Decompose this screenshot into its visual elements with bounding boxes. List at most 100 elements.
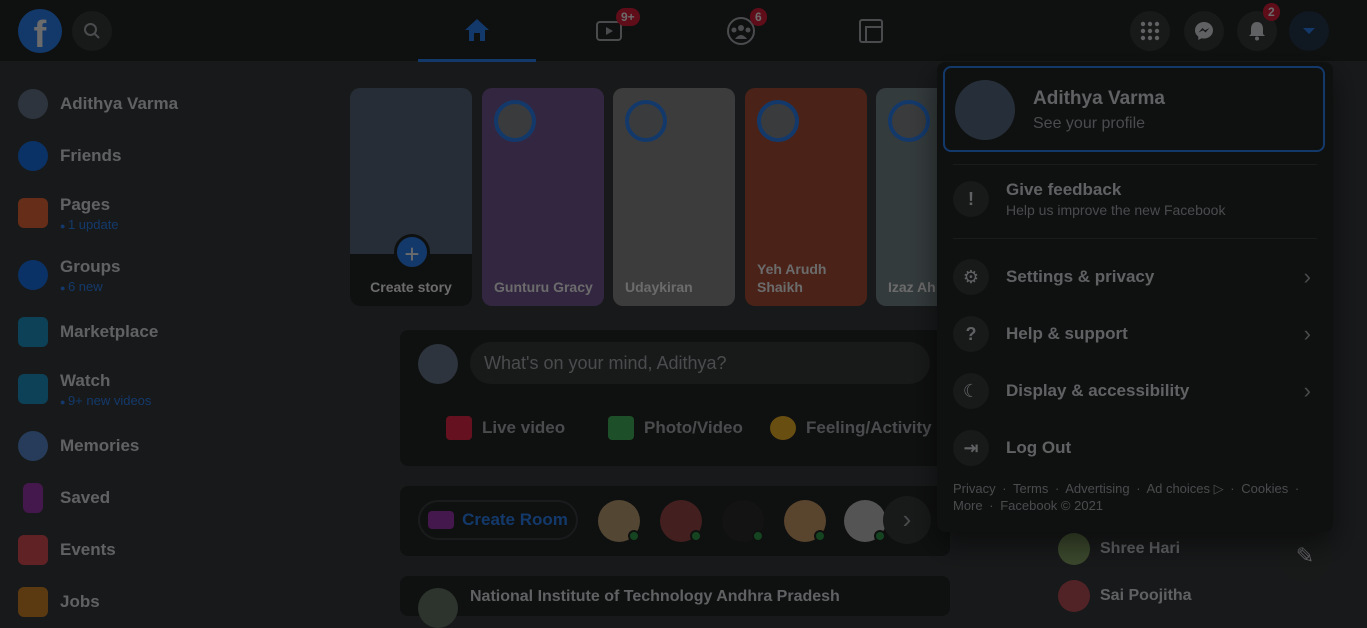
plus-icon: + [394, 234, 430, 270]
photo-video-button[interactable]: Photo/Video [608, 408, 743, 448]
chevron-right-icon: › [1304, 321, 1311, 347]
settings-privacy-item[interactable]: ⚙ Settings & privacy › [953, 252, 1317, 302]
online-indicator [874, 530, 886, 542]
contact-item[interactable]: Sai Poojitha [1058, 580, 1192, 612]
photo-video-label: Photo/Video [644, 418, 743, 438]
contact-item[interactable]: Shree Hari [1058, 533, 1180, 565]
footer-link-cookies[interactable]: Cookies [1241, 481, 1288, 496]
live-video-button[interactable]: Live video [446, 408, 565, 448]
sidebar-item-label: Groups [60, 257, 120, 277]
tab-gaming[interactable] [812, 0, 930, 62]
menu-divider [953, 238, 1317, 239]
memories-clock-icon [18, 431, 48, 461]
stories-tray: + Create story Gunturu Gracy Udaykiran Y… [350, 88, 940, 306]
story-card[interactable]: Gunturu Gracy [482, 88, 604, 306]
footer-link-more[interactable]: More [953, 498, 983, 513]
status-input[interactable]: What's on your mind, Adithya? [470, 342, 930, 384]
contact-name: Shree Hari [1100, 540, 1180, 558]
sidebar-item-label: Friends [60, 146, 121, 166]
search-icon[interactable] [72, 11, 112, 51]
footer-link-terms[interactable]: Terms [1013, 481, 1048, 496]
sidebar-item-memories[interactable]: Memories [8, 420, 338, 472]
log-out-item[interactable]: ⇥ Log Out [953, 423, 1317, 473]
tab-groups[interactable]: 6 [682, 0, 800, 62]
notifications-icon[interactable]: 2 [1237, 11, 1277, 51]
help-icon: ? [953, 316, 989, 352]
profile-subtitle: See your profile [1033, 115, 1145, 133]
feeling-activity-button[interactable]: Feeling/Activity [770, 408, 932, 448]
create-story-card[interactable]: + Create story [350, 88, 472, 306]
tab-watch[interactable]: 9+ [550, 0, 668, 62]
gear-icon: ⚙ [953, 259, 989, 295]
sidebar-item-saved[interactable]: Saved [8, 472, 338, 524]
display-accessibility-item[interactable]: ☾ Display & accessibility › [953, 366, 1317, 416]
sidebar-item-watch[interactable]: Watch 9+ new videos [8, 358, 338, 420]
events-calendar-icon [18, 535, 48, 565]
online-indicator [752, 530, 764, 542]
saved-bookmark-icon [23, 483, 43, 513]
watch-badge: 9+ [616, 8, 640, 26]
footer-sep: · [989, 498, 993, 513]
sidebar-item-label: Events [60, 540, 116, 560]
sidebar-item-friends[interactable]: Friends [8, 130, 338, 182]
avatar [418, 344, 458, 384]
account-dropdown-icon[interactable] [1289, 11, 1329, 51]
sidebar-item-sub: 1 update [60, 217, 119, 232]
help-support-item[interactable]: ? Help & support › [953, 309, 1317, 359]
chevron-right-icon: › [1304, 378, 1311, 404]
story-name: Gunturu Gracy [494, 278, 596, 296]
groups-icon [18, 260, 48, 290]
sidebar-item-marketplace[interactable]: Marketplace [8, 306, 338, 358]
footer-link-privacy[interactable]: Privacy [953, 481, 996, 496]
chevron-right-icon[interactable]: › [883, 496, 931, 544]
online-indicator [814, 530, 826, 542]
story-name: Yeh Arudh Shaikh [757, 260, 859, 296]
online-indicator [628, 530, 640, 542]
avatar [625, 100, 667, 142]
help-label: Help & support [1006, 324, 1128, 344]
smiley-icon [770, 416, 796, 440]
story-card[interactable]: Izaz Ah Shaik [876, 88, 940, 306]
contact-name: Sai Poojitha [1100, 587, 1192, 605]
rooms-bar: Create Room [400, 486, 950, 556]
watch-icon [18, 374, 48, 404]
avatar [1058, 533, 1090, 565]
avatar [494, 100, 536, 142]
footer-link-advertising[interactable]: Advertising [1065, 481, 1129, 496]
post-composer: What's on your mind, Adithya? Live video… [400, 330, 950, 466]
facebook-logo[interactable]: f [18, 9, 62, 53]
photo-icon [608, 416, 634, 440]
sidebar-item-pages[interactable]: Pages 1 update [8, 182, 338, 244]
chevron-right-icon: › [1304, 264, 1311, 290]
top-navigation-bar: f 9+ 6 2 [0, 0, 1367, 62]
give-feedback-item[interactable]: ! Give feedback Help us improve the new … [953, 174, 1317, 224]
sidebar-item-label: Adithya Varma [60, 94, 178, 114]
story-card[interactable]: Yeh Arudh Shaikh [745, 88, 867, 306]
new-message-icon[interactable]: ✎ [1279, 530, 1331, 582]
groups-badge: 6 [750, 8, 767, 26]
messenger-icon[interactable] [1184, 11, 1224, 51]
sidebar-item-groups[interactable]: Groups 6 new [8, 244, 338, 306]
footer-sep: · [1230, 481, 1234, 496]
story-name: Izaz Ah Shaik [888, 278, 940, 296]
sidebar-item-profile[interactable]: Adithya Varma [8, 78, 338, 130]
account-menu: Adithya Varma See your profile ! Give fe… [937, 62, 1333, 532]
post-author[interactable]: National Institute of Technology Andhra … [470, 588, 840, 606]
video-plus-icon [428, 511, 454, 529]
sidebar-item-events[interactable]: Events [8, 524, 338, 576]
story-card[interactable]: Udaykiran [613, 88, 735, 306]
footer-sep: · [1055, 481, 1059, 496]
menu-grid-icon[interactable] [1130, 11, 1170, 51]
live-video-label: Live video [482, 418, 565, 438]
avatar [955, 80, 1015, 140]
create-room-button[interactable]: Create Room [418, 500, 578, 540]
sidebar-item-label: Watch [60, 371, 151, 391]
menu-footer: Privacy · Terms · Advertising · Ad choic… [953, 480, 1313, 514]
home-icon [463, 17, 491, 43]
tab-home[interactable] [418, 0, 536, 62]
footer-link-ad-choices[interactable]: Ad choices ▷ [1146, 481, 1223, 496]
profile-name: Adithya Varma [1033, 88, 1165, 110]
gaming-icon [858, 18, 884, 44]
profile-link[interactable]: Adithya Varma See your profile [943, 66, 1325, 152]
sidebar-item-jobs[interactable]: Jobs [8, 576, 338, 628]
